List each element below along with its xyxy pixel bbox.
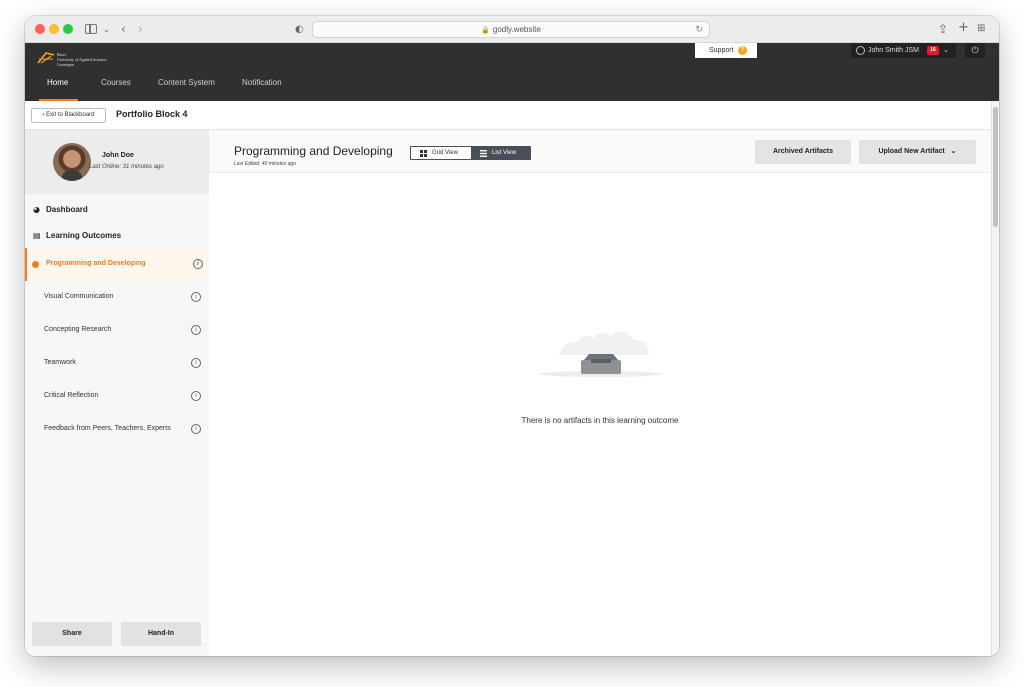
outcome-header: Programming and Developing Last Edited: … [209, 130, 991, 173]
lock-icon: 🔒 [481, 27, 490, 34]
outcome-label: Feedback from Peers, Teachers, Experts [44, 425, 171, 432]
info-icon[interactable]: i [191, 391, 201, 401]
learning-outcomes-label: Learning Outcomes [46, 231, 122, 240]
dashboard-label: Dashboard [46, 205, 88, 214]
empty-inbox-icon [539, 331, 663, 377]
share-icon[interactable]: ⇪ [938, 21, 948, 37]
archived-artifacts-button[interactable]: Archived Artifacts [755, 140, 851, 164]
upload-new-artifact-button[interactable]: Upload New Artifact ⌄ [859, 140, 976, 164]
page-scrollbar[interactable] [991, 101, 999, 656]
sidebar-item-dashboard[interactable]: ◕ Dashboard [33, 205, 88, 214]
outcome-feedback[interactable]: Feedback from Peers, Teachers, Experts i [25, 413, 209, 446]
outcome-teamwork[interactable]: Teamwork i [25, 347, 209, 380]
scrollbar-thumb[interactable] [993, 107, 998, 227]
chevron-down-icon[interactable]: ⌄ [103, 22, 110, 38]
university-logo[interactable]: Baser University of Applied Sciences Gro… [37, 49, 127, 67]
outcome-programming-and-developing[interactable]: Programming and Developing i [25, 248, 209, 281]
info-icon[interactable]: i [191, 424, 201, 434]
logo-text: Baser University of Applied Sciences Gro… [57, 52, 107, 67]
info-icon[interactable]: i [191, 325, 201, 335]
grid-view-label: Grid View [432, 150, 458, 156]
outcome-title: Programming and Developing [234, 144, 393, 158]
avatar [53, 143, 91, 181]
view-toggle: Grid View List View [410, 146, 531, 160]
main-content: Programming and Developing Last Edited: … [209, 130, 991, 656]
clipboard-icon: ▤ [33, 231, 41, 240]
url-bar[interactable]: 🔒 godly.website ↻ [312, 21, 710, 38]
app-header: Baser University of Applied Sciences Gro… [25, 43, 999, 101]
new-tab-icon[interactable]: + [958, 20, 969, 36]
sidebar-item-learning-outcomes[interactable]: ▤ Learning Outcomes [33, 231, 121, 240]
help-icon: ? [738, 46, 747, 55]
info-icon[interactable]: i [193, 259, 203, 269]
minimize-window-button[interactable] [49, 24, 59, 34]
user-menu[interactable]: John Smith JSM 16 ⌄ [851, 43, 956, 58]
close-window-button[interactable] [35, 24, 45, 34]
list-icon [480, 150, 487, 157]
nav-home[interactable]: Home [38, 73, 79, 101]
portfolio-sidebar: John Doe Last Online: 31 minutes ago ◕ Da… [25, 130, 209, 656]
active-dot-icon [32, 261, 39, 268]
back-arrow-icon[interactable]: ‹ [121, 21, 126, 37]
chevron-down-icon: ⌄ [950, 148, 957, 155]
reload-icon[interactable]: ↻ [695, 22, 703, 37]
outcome-critical-reflection[interactable]: Critical Reflection i [25, 380, 209, 413]
info-icon[interactable]: i [191, 292, 201, 302]
exit-to-blackboard-button[interactable]: ‹ Exit to Blackboard [31, 108, 106, 123]
last-online: Last Online: 31 minutes ago [89, 164, 164, 170]
last-edited: Last Edited: 40 minutes ago [234, 161, 296, 167]
portfolio-title: Portfolio Block 4 [116, 109, 188, 119]
nav-notification[interactable]: Notification [242, 73, 282, 101]
maximize-window-button[interactable] [63, 24, 73, 34]
logo-mark-icon [37, 52, 55, 64]
list-view-button[interactable]: List View [471, 147, 530, 159]
outcome-label: Visual Communication [44, 293, 114, 300]
browser-window: ⌄ ‹ › ◐ 🔒 godly.website ↻ ⇪ + ⊞ Baser Uni… [25, 16, 999, 656]
share-button[interactable]: Share [32, 622, 112, 646]
power-icon[interactable]: ⏻ [965, 43, 985, 58]
empty-message: There is no artifacts in this learning o… [521, 416, 679, 425]
upload-label: Upload New Artifact [878, 148, 945, 155]
grid-view-button[interactable]: Grid View [411, 147, 471, 159]
pie-chart-icon: ◕ [33, 205, 40, 214]
nav-courses[interactable]: Courses [101, 73, 131, 101]
profile-card: John Doe Last Online: 31 minutes ago [25, 130, 209, 194]
sidebar-toggle-icon[interactable] [85, 24, 97, 34]
support-label: Support [709, 47, 734, 54]
browser-toolbar: ⌄ ‹ › ◐ 🔒 godly.website ↻ ⇪ + ⊞ [25, 16, 999, 43]
user-icon [856, 46, 865, 55]
nav-content-system[interactable]: Content System [158, 73, 215, 101]
url-text: godly.website [492, 25, 541, 34]
empty-state: There is no artifacts in this learning o… [209, 310, 991, 430]
privacy-shield-icon[interactable]: ◐ [295, 22, 304, 38]
outcome-label: Concepting Research [44, 326, 112, 333]
chevron-down-icon: ⌄ [943, 47, 949, 54]
grid-icon [420, 150, 427, 157]
profile-name: John Doe [102, 152, 134, 159]
support-button[interactable]: Support ? [695, 43, 757, 58]
outcome-visual-communication[interactable]: Visual Communication i [25, 281, 209, 314]
info-icon[interactable]: i [191, 358, 201, 368]
portfolio-subheader: ‹ Exit to Blackboard Portfolio Block 4 [25, 101, 991, 130]
chevron-left-icon: ‹ [42, 112, 45, 118]
notification-badge: 16 [927, 46, 939, 55]
outcome-label: Teamwork [44, 359, 76, 366]
exit-label: Exit to Blackboard [46, 112, 95, 118]
user-name: John Smith JSM [868, 47, 919, 54]
outcome-concepting-research[interactable]: Concepting Research i [25, 314, 209, 347]
list-view-label: List View [492, 150, 516, 156]
hand-in-button[interactable]: Hand-In [121, 622, 201, 646]
tab-overview-icon[interactable]: ⊞ [977, 21, 985, 37]
forward-arrow-icon[interactable]: › [138, 21, 143, 37]
outcome-label: Programming and Developing [46, 260, 146, 267]
outcome-label: Critical Reflection [44, 392, 99, 399]
